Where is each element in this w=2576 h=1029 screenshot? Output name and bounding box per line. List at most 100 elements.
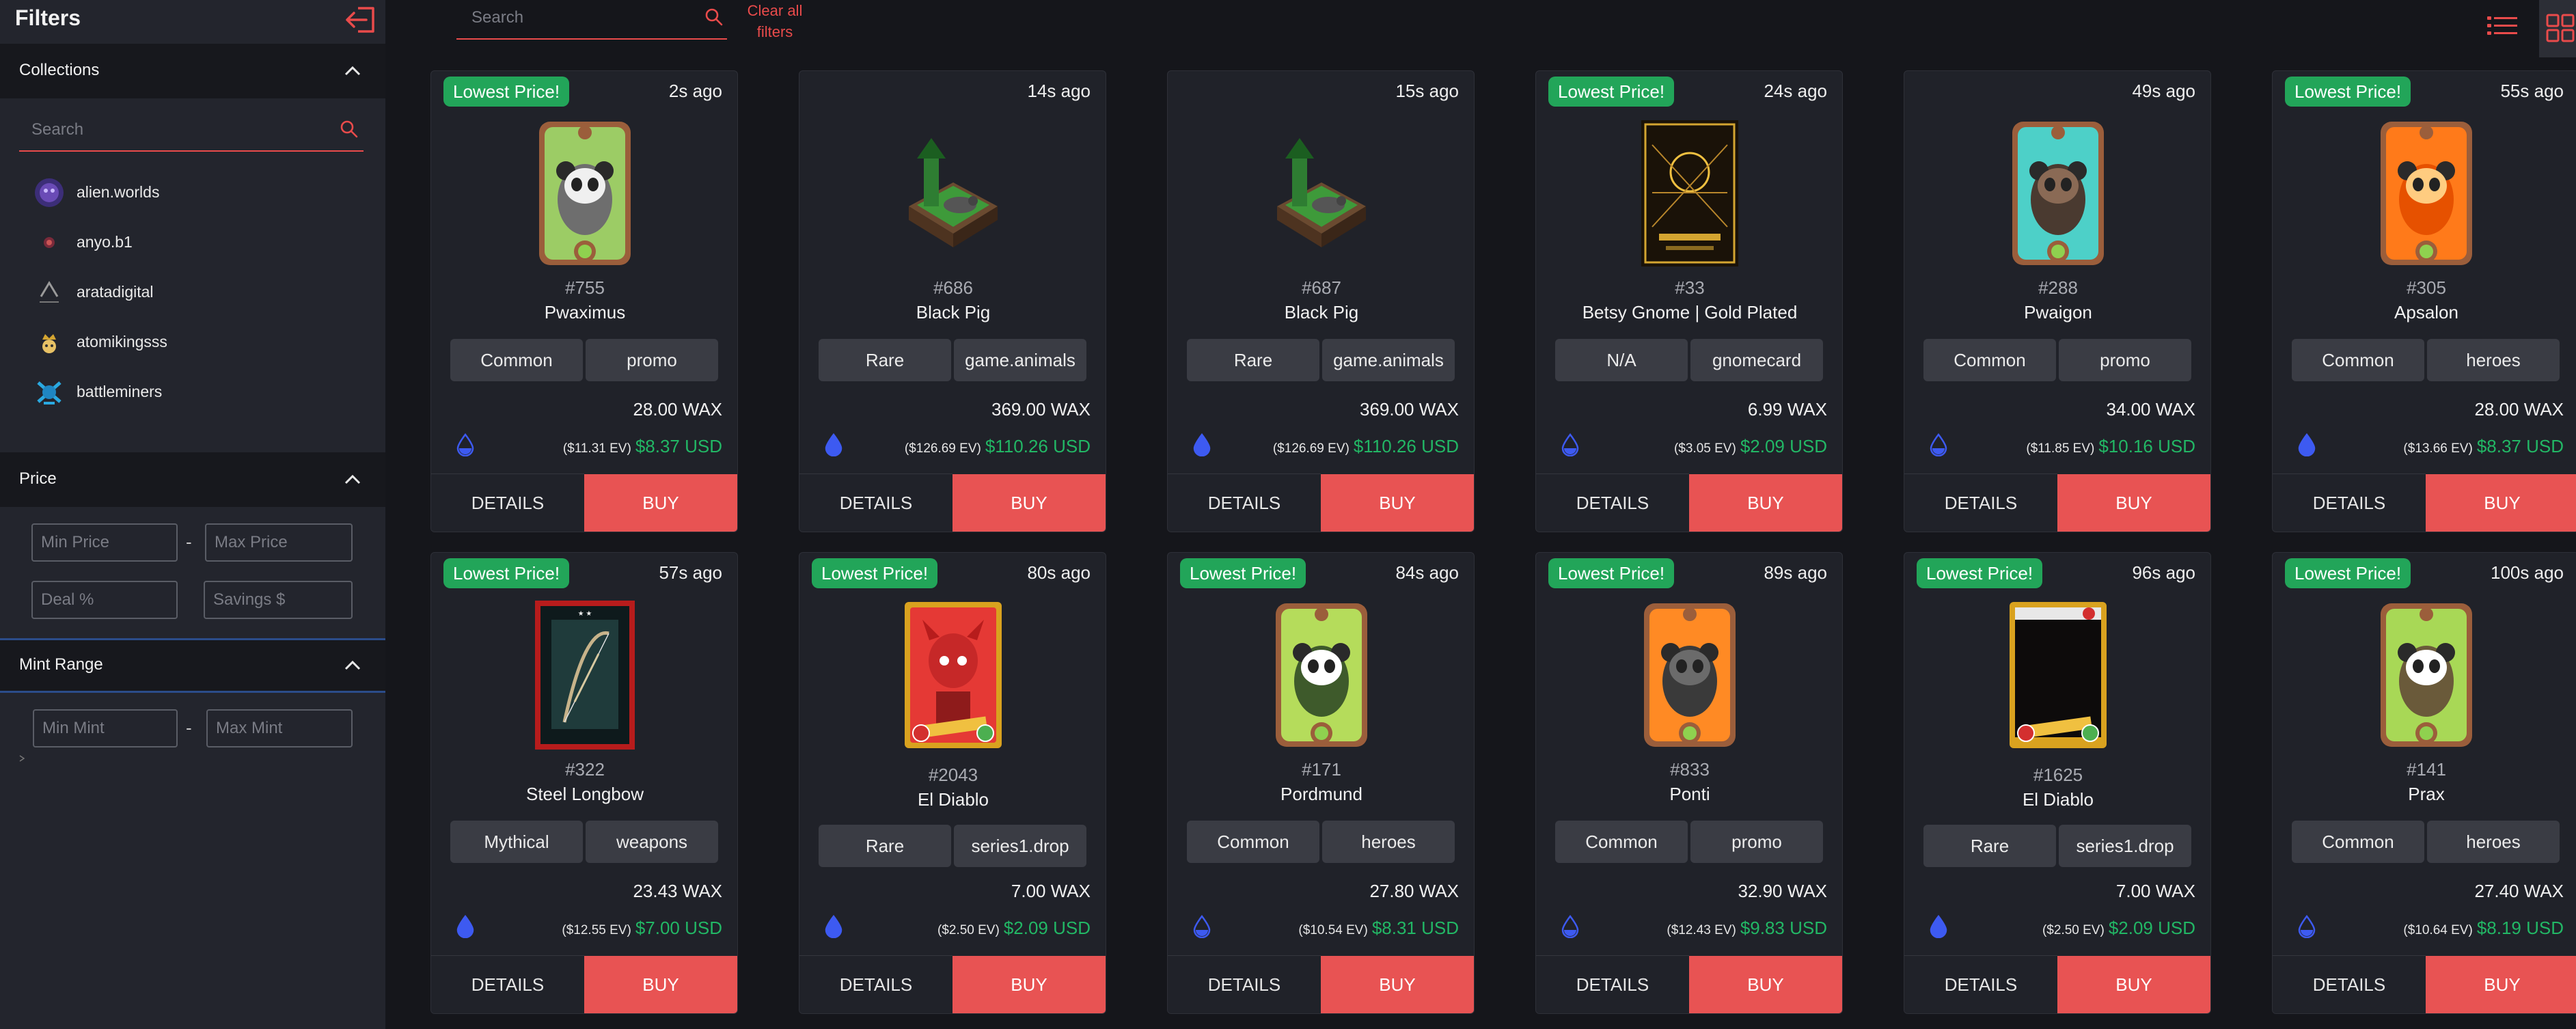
min-mint-input[interactable] <box>33 709 178 747</box>
wax-price: 369.00 WAX <box>1359 399 1459 420</box>
details-button[interactable]: DETAILS <box>799 955 953 1013</box>
collections-section-header[interactable]: Collections <box>0 44 385 98</box>
nft-image[interactable]: ★ ★ <box>534 599 636 751</box>
collection-item-aratadigital[interactable]: aratadigital <box>34 273 362 312</box>
mint-number: #322 <box>565 759 605 780</box>
listing-card[interactable]: 14s ago #686 Black Pig Rare game.animals… <box>799 70 1106 532</box>
nft-image[interactable] <box>1639 599 1741 751</box>
nft-image[interactable] <box>1270 599 1373 751</box>
clear-all-line1: Clear all <box>747 2 803 19</box>
nft-image[interactable] <box>2007 118 2109 269</box>
clear-all-filters-link[interactable]: Clear all filters <box>739 0 810 42</box>
lowest-price-badge: Lowest Price! <box>1548 77 1675 107</box>
details-button[interactable]: DETAILS <box>1904 474 2057 532</box>
nft-image[interactable] <box>902 118 1004 269</box>
collection-item-battleminers[interactable]: battleminers <box>34 373 362 411</box>
details-button[interactable]: DETAILS <box>799 474 953 532</box>
listed-time: 55s ago <box>2500 81 2564 101</box>
price-section-header[interactable]: Price <box>0 452 385 507</box>
min-price-input[interactable] <box>31 523 178 562</box>
nft-image[interactable] <box>1639 118 1741 269</box>
lowest-price-badge: Lowest Price! <box>443 558 570 588</box>
details-button[interactable]: DETAILS <box>2273 474 2426 532</box>
buy-button[interactable]: BUY <box>2057 474 2210 532</box>
nft-image[interactable] <box>2375 118 2478 269</box>
listing-card[interactable]: Lowest Price! 57s ago ★ ★ #322 Steel Lon… <box>430 552 738 1014</box>
asset-name: Prax <box>2408 784 2445 804</box>
asset-name: Pordmund <box>1280 784 1362 804</box>
details-button[interactable]: DETAILS <box>1904 955 2057 1013</box>
exit-icon[interactable] <box>343 4 377 36</box>
details-button[interactable]: DETAILS <box>1168 474 1321 532</box>
savings-input[interactable] <box>204 581 353 619</box>
collection-item-anyo-b1[interactable]: anyo.b1 <box>34 223 362 262</box>
details-button[interactable]: DETAILS <box>1168 955 1321 1013</box>
alien-worlds-avatar <box>35 178 64 207</box>
listing-card[interactable]: 15s ago #687 Black Pig Rare game.animals… <box>1167 70 1475 532</box>
buy-button[interactable]: BUY <box>584 474 737 532</box>
lowest-price-badge: Lowest Price! <box>812 558 938 588</box>
listing-card[interactable]: Lowest Price! 55s ago #305 Apsalon Commo… <box>2272 70 2576 532</box>
mint-range-section-header[interactable]: Mint Range <box>0 638 385 693</box>
collection-search-input[interactable] <box>30 118 320 142</box>
details-button[interactable]: DETAILS <box>431 474 584 532</box>
usd-price: ($2.50 EV) $2.09 USD <box>2042 918 2195 939</box>
details-button[interactable]: DETAILS <box>431 955 584 1013</box>
max-mint-input[interactable] <box>206 709 353 747</box>
details-button[interactable]: DETAILS <box>1536 474 1689 532</box>
chevron-up-icon <box>344 474 361 484</box>
listing-card[interactable]: Lowest Price! 80s ago #2043 El Diablo Ra… <box>799 552 1106 1014</box>
wax-price: 23.43 WAX <box>633 881 722 901</box>
ev-value: ($12.43 EV) <box>1667 923 1736 937</box>
nft-image[interactable] <box>534 118 636 269</box>
usd-value: $110.26 USD <box>1353 436 1459 456</box>
listing-card[interactable]: 49s ago #288 Pwaigon Common promo 34.00 … <box>1904 70 2211 532</box>
asset-name: Steel Longbow <box>525 784 644 804</box>
listing-card[interactable]: Lowest Price! 24s ago #33 Betsy Gnome | … <box>1535 70 1843 532</box>
mint-number: #33 <box>1675 277 1705 298</box>
details-button[interactable]: DETAILS <box>1536 955 1689 1013</box>
wax-drop-icon <box>824 433 843 457</box>
usd-value: $2.09 USD <box>1740 436 1827 456</box>
buy-button[interactable]: BUY <box>953 474 1106 532</box>
lowest-price-badge: Lowest Price! <box>2285 558 2411 588</box>
price-label: Price <box>19 469 57 488</box>
lowest-price-badge: Lowest Price! <box>443 77 570 107</box>
mint-range-label: Mint Range <box>19 655 103 674</box>
search-icon[interactable] <box>339 119 359 139</box>
list-view-icon[interactable] <box>2484 11 2521 41</box>
battleminers-avatar <box>37 381 61 404</box>
buy-button[interactable]: BUY <box>1689 956 1842 1013</box>
collection-item-atomikingsss[interactable]: atomikingsss <box>34 323 362 361</box>
listing-card[interactable]: Lowest Price! 84s ago #171 Pordmund Comm… <box>1167 552 1475 1014</box>
mint-separator: - <box>186 717 192 738</box>
buy-button[interactable]: BUY <box>2426 956 2576 1013</box>
buy-button[interactable]: BUY <box>1689 474 1842 532</box>
mint-number: #305 <box>2407 277 2446 298</box>
schema-tag: heroes <box>2427 339 2560 381</box>
buy-button[interactable]: BUY <box>2057 956 2210 1013</box>
listing-card[interactable]: Lowest Price! 100s ago #141 Prax Common … <box>2272 552 2576 1014</box>
grid-view-button[interactable] <box>2539 0 2576 57</box>
listing-card[interactable]: Lowest Price! 89s ago #833 Ponti Common … <box>1535 552 1843 1014</box>
listed-time: 84s ago <box>1395 562 1459 583</box>
search-icon[interactable] <box>704 7 724 27</box>
wax-drop-icon <box>1192 433 1211 457</box>
nft-image[interactable] <box>2375 599 2478 751</box>
collection-item-alien-worlds[interactable]: alien.worlds <box>34 174 362 212</box>
details-button[interactable]: DETAILS <box>2273 955 2426 1013</box>
nft-image[interactable] <box>1270 118 1373 269</box>
deal-percent-input[interactable] <box>31 581 178 619</box>
max-price-input[interactable] <box>205 523 353 562</box>
buy-button[interactable]: BUY <box>2426 474 2576 532</box>
listing-card[interactable]: Lowest Price! 2s ago #755 Pwaximus Commo… <box>430 70 738 532</box>
buy-button[interactable]: BUY <box>953 956 1106 1013</box>
buy-button[interactable]: BUY <box>1321 474 1474 532</box>
nft-image[interactable] <box>902 599 1004 751</box>
buy-button[interactable]: BUY <box>1321 956 1474 1013</box>
market-search-input[interactable] <box>470 5 691 30</box>
listing-card[interactable]: Lowest Price! 96s ago #1625 El Diablo Ra… <box>1904 552 2211 1014</box>
nft-image[interactable] <box>2007 599 2109 751</box>
buy-button[interactable]: BUY <box>584 956 737 1013</box>
collection-name: aratadigital <box>77 283 154 301</box>
